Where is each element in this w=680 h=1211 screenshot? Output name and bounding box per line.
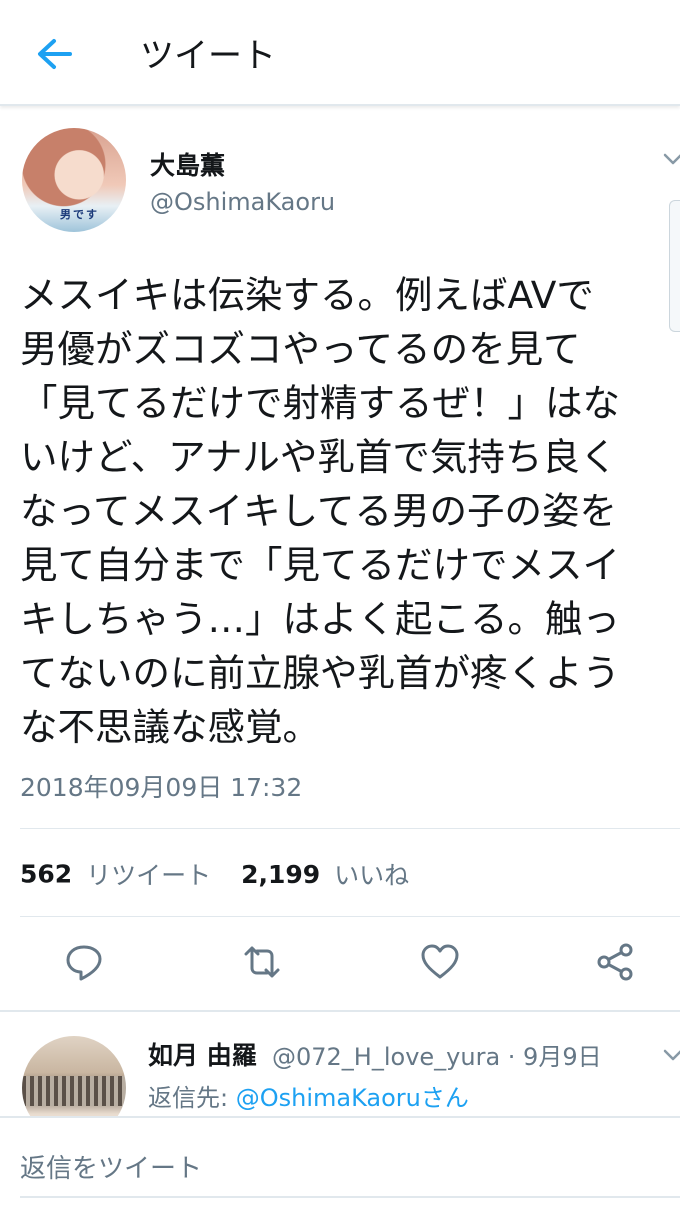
avatar-caption: 男です [60,208,99,221]
avatar[interactable]: 男です [22,128,126,232]
reply-input[interactable]: 返信をツイート [20,1148,202,1185]
arrow-left-icon[interactable] [30,34,80,74]
chevron-down-icon[interactable] [662,1046,680,1064]
divider [20,916,680,917]
tweet-body: メスイキは伝染する。例えばAVで 男優がズコズコやってるのを見て 「見てるだけで… [20,273,620,749]
tweet-stats: 562 リツイート 2,199 いいね [20,856,409,892]
retweet-icon[interactable] [240,940,284,984]
divider [20,828,680,829]
like-icon[interactable] [418,940,462,984]
retweet-count[interactable]: 562 [20,860,72,889]
like-label[interactable]: いいね [334,861,409,890]
reply-to-line: 返信先: @OshimaKaoruさん [148,1078,469,1113]
page-title: ツイート [140,36,276,76]
like-count[interactable]: 2,199 [241,860,320,889]
reply-to-mention[interactable]: @OshimaKaoruさん [236,1084,469,1112]
retweet-label[interactable]: リツイート [86,861,211,890]
reply-to-label: 返信先: [148,1084,236,1112]
reply-author-meta[interactable]: @072_H_love_yura · 9月9日 [272,1037,602,1072]
reply-author-name[interactable]: 如月 由羅 [148,1036,257,1072]
top-app-bar: ツイート [0,0,680,106]
author-name[interactable]: 大島薫 [150,146,225,182]
author-handle[interactable]: @OshimaKaoru [150,188,335,216]
tweet-timestamp: 2018年09月09日 17:32 [20,773,303,802]
input-underline [20,1196,680,1198]
share-icon[interactable] [594,940,638,984]
chevron-down-icon[interactable] [662,150,680,168]
reply-icon[interactable] [62,940,106,984]
section-divider [0,1010,680,1012]
